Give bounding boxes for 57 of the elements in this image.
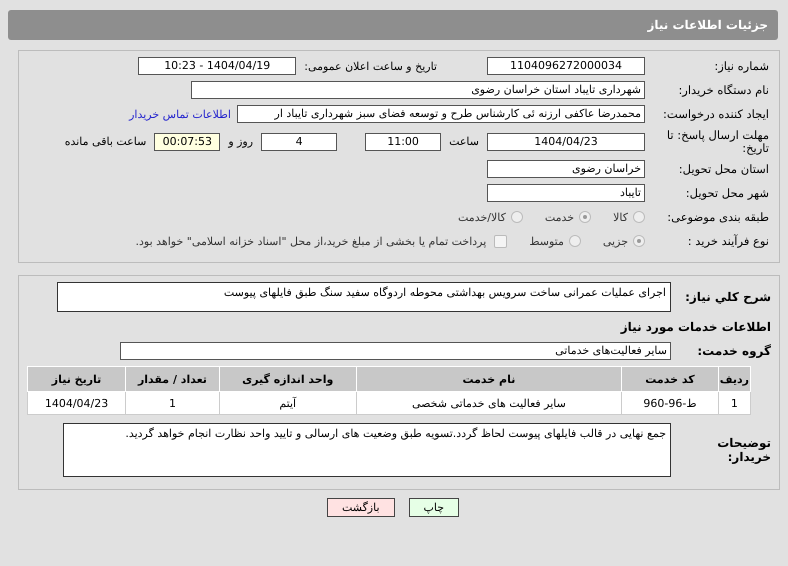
- checkbox-label: پرداخت تمام یا بخشی از مبلغ خرید،از محل "اسناد خزانه اسلامی" خواهد بود.: [136, 234, 486, 248]
- province-field: خراسان رضوی: [487, 160, 645, 178]
- field-label: شماره نیاز:: [713, 60, 770, 72]
- need-number-field: 1104096272000034: [487, 57, 645, 75]
- service-group-field: سایر فعالیت‌های خدماتی: [120, 342, 671, 360]
- table-cell: سایر فعالیت های خدماتی شخصی: [356, 392, 622, 415]
- back-button[interactable]: بازگشت: [326, 498, 395, 518]
- column-header: کد خدمت: [622, 366, 718, 392]
- column-header: واحد اندازه گیری: [219, 366, 356, 392]
- field-label: شرح کلي نياز:: [684, 290, 772, 304]
- section-heading: اطلاعات خدمات مورد نیاز: [620, 320, 772, 334]
- radio-label: کالا/خدمت: [458, 210, 506, 224]
- remaining-label: ساعت باقی مانده: [64, 135, 146, 148]
- radio-button[interactable]: [633, 211, 645, 224]
- print-button[interactable]: چاپ: [408, 498, 460, 518]
- radio-label: متوسط: [529, 234, 564, 248]
- days-field: 4: [261, 132, 338, 151]
- buyer-org-field: شهرداری تایباد استان خراسان رضوی: [191, 81, 645, 99]
- field-label: شهر محل تحویل:: [684, 186, 770, 200]
- column-header: نام خدمت: [356, 366, 622, 392]
- field-label: تاریخ و ساعت اعلان عمومی:: [304, 60, 437, 72]
- table-cell: آیتم: [219, 392, 356, 415]
- field-label: نوع فرآیند خرید :: [686, 234, 770, 248]
- days-label: روز و: [228, 135, 254, 148]
- field-label: نام دستگاه خریدار:: [677, 84, 770, 96]
- deadline-date-field: 1404/04/23: [487, 132, 645, 151]
- column-header: تاریخ نیاز: [28, 366, 126, 392]
- table-cell: ط-96-960: [622, 392, 718, 415]
- field-label: توضیحات خریدار:: [716, 436, 772, 464]
- radio-button[interactable]: [579, 211, 592, 224]
- radio-button[interactable]: [633, 235, 645, 248]
- field-label: ایجاد کننده درخواست:: [662, 108, 770, 120]
- checkbox[interactable]: [494, 234, 508, 248]
- radio-button[interactable]: [510, 211, 523, 224]
- deadline-time-field: 11:00: [365, 132, 442, 151]
- table-cell: 1404/04/23: [28, 392, 126, 415]
- table-cell: 1: [126, 392, 220, 415]
- buyer-notes-textarea[interactable]: جمع نهایی در قالب فایلهای پیوست لحاظ گردد.تسویه طبق وضعیت های ارسالی و تایید واحد نظارت انجام خواهد گردید.: [63, 423, 671, 478]
- field-label: استان محل تحویل:: [678, 162, 770, 176]
- time-label: ساعت: [449, 135, 479, 148]
- field-label: گروه خدمت:: [696, 344, 772, 358]
- column-header: ردیف: [718, 366, 750, 392]
- field-label: مهلت ارسال پاسخ: تا تاریخ:: [666, 129, 770, 154]
- radio-label: خدمت: [544, 210, 574, 224]
- table-cell: 1: [718, 392, 750, 415]
- field-label: طبقه بندی موضوعی:: [666, 210, 770, 224]
- radio-button[interactable]: [568, 235, 581, 248]
- requester-field: محمدرضا عاکفی ارزنه ئی کارشناس طرح و توسعه فضای سبز شهرداری تایباد ار: [237, 105, 645, 123]
- page-title: جزئیات اطلاعات نیاز: [647, 18, 768, 32]
- column-header: تعداد / مقدار: [126, 366, 220, 392]
- announce-date-field: 1404/04/19 - 10:23: [138, 57, 296, 75]
- description-textarea[interactable]: اجرای عملیات عمرانی ساخت سرویس بهداشتی محوطه اردوگاه سفید سنگ طبق فایلهای پیوست: [57, 282, 671, 312]
- city-field: تایباد: [487, 184, 645, 202]
- buyer-contact-link[interactable]: اطلاعات تماس خریدار: [129, 108, 231, 120]
- radio-label: کالا: [613, 210, 628, 224]
- radio-label: جزیی: [602, 234, 628, 248]
- remaining-time-field: 00:07:53: [154, 132, 220, 151]
